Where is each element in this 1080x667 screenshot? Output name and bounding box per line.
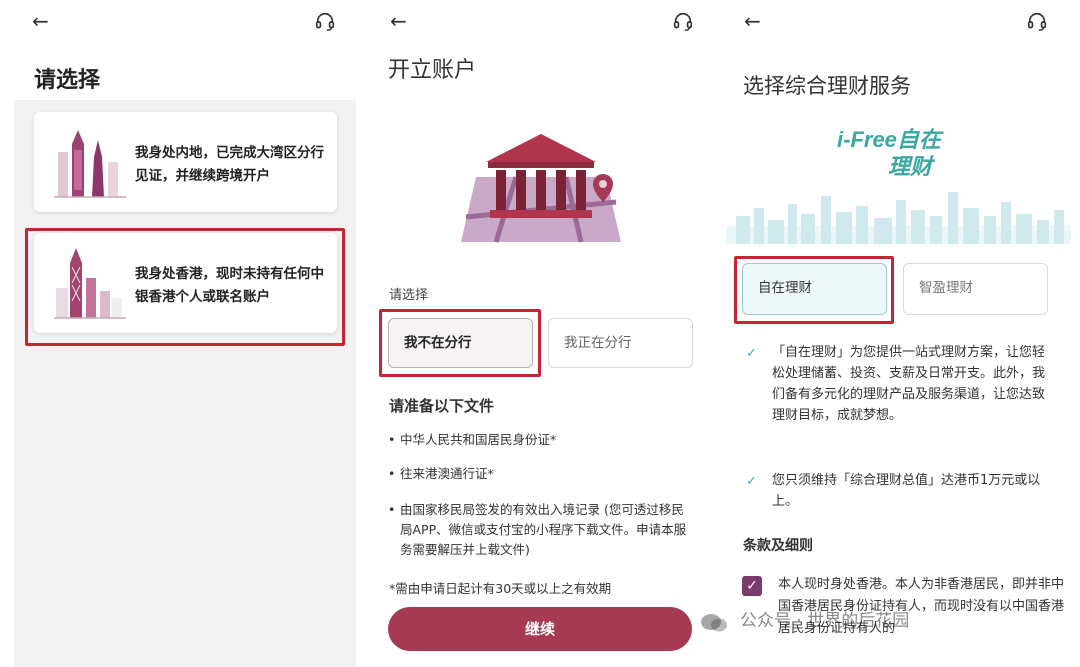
terms-checkbox[interactable]: ✓ — [742, 576, 762, 596]
screen-open-account: ← 开立账户 请选择 我不在分行 我正在分行 请准备以下文件 中华人民共和国居民… — [360, 0, 718, 667]
headset-icon[interactable] — [672, 11, 694, 33]
terms-heading: 条款及细则 — [743, 538, 813, 554]
validity-note: *需由申请日起计有30天或以上之有效期 — [389, 581, 612, 596]
watermark-text: 公众号 · 世界的后花园 — [740, 611, 910, 631]
continue-button[interactable]: 继续 — [388, 607, 692, 651]
feature-item: ✓ 「自在理财」为您提供一站式理财方案，让您轻松处理储蓄、投资、支薪及日常开支。… — [746, 342, 1046, 426]
feature-item: ✓ 您只须维持「综合理财总值」达港币1万元或以上。 — [746, 470, 1046, 512]
document-item: 中华人民共和国居民身份证* — [388, 430, 693, 450]
screen-select-situation: ← 请选择 我身处内地，已完成大湾区分行见证，并继续跨境开户 我身处香港，现时未… — [0, 0, 360, 667]
option-hongkong-label: 我身处香港，现时未持有任何中银香港个人或联名账户 — [135, 266, 324, 305]
back-arrow-icon[interactable]: ← — [390, 10, 407, 32]
bank-map-illustration — [461, 134, 621, 243]
option-mainland-card[interactable]: 我身处内地，已完成大湾区分行见证，并继续跨境开户 — [34, 112, 337, 212]
feature-text: 您只须维持「综合理财总值」达港币1万元或以上。 — [772, 473, 1041, 509]
choice-not-at-branch[interactable]: 我不在分行 — [388, 318, 533, 368]
option-hongkong-card[interactable]: 我身处香港，现时未持有任何中银香港个人或联名账户 — [34, 233, 337, 333]
checkmark-icon: ✓ — [746, 346, 757, 361]
greater-bay-skyline-illustration — [54, 130, 126, 198]
document-item: 由国家移民局签发的有效出入境记录 (您可透过移民局APP、微信或支付宝的小程序下… — [388, 500, 693, 560]
checkmark-icon: ✓ — [746, 474, 757, 489]
documents-heading: 请准备以下文件 — [389, 397, 495, 415]
page-title: 请选择 — [34, 68, 101, 93]
headset-icon[interactable] — [314, 11, 336, 33]
logo-text-bottom: 理财 — [888, 154, 936, 179]
select-label: 请选择 — [389, 288, 429, 303]
option-mainland-label: 我身处内地，已完成大湾区分行见证，并继续跨境开户 — [135, 145, 324, 184]
headset-icon[interactable] — [1026, 11, 1048, 33]
wechat-icon — [701, 614, 727, 632]
logo-text-top: i-Free自在 — [837, 127, 944, 152]
page-title: 选择综合理财服务 — [743, 74, 911, 98]
hongkong-skyline-illustration — [54, 248, 126, 319]
feature-text: 「自在理财」为您提供一站式理财方案，让您轻松处理储蓄、投资、支薪及日常开支。此外… — [772, 345, 1046, 423]
ifree-logo: i-Free自在 理财 — [837, 127, 944, 179]
choice-ifree-wealth[interactable]: 自在理财 — [742, 263, 887, 315]
choice-at-branch[interactable]: 我正在分行 — [548, 318, 693, 368]
city-skyline-illustration — [726, 192, 1071, 244]
back-arrow-icon[interactable]: ← — [32, 10, 49, 32]
page-title: 开立账户 — [388, 58, 477, 83]
document-item: 往来港澳通行证* — [388, 464, 693, 484]
back-arrow-icon[interactable]: ← — [744, 10, 761, 32]
screen-choose-wealth-service: ← 选择综合理财服务 i-Free自在 理财 自在理财 智盈理财 ✓ 「自在理财… — [718, 0, 1080, 667]
choice-smart-wealth[interactable]: 智盈理财 — [903, 263, 1048, 315]
